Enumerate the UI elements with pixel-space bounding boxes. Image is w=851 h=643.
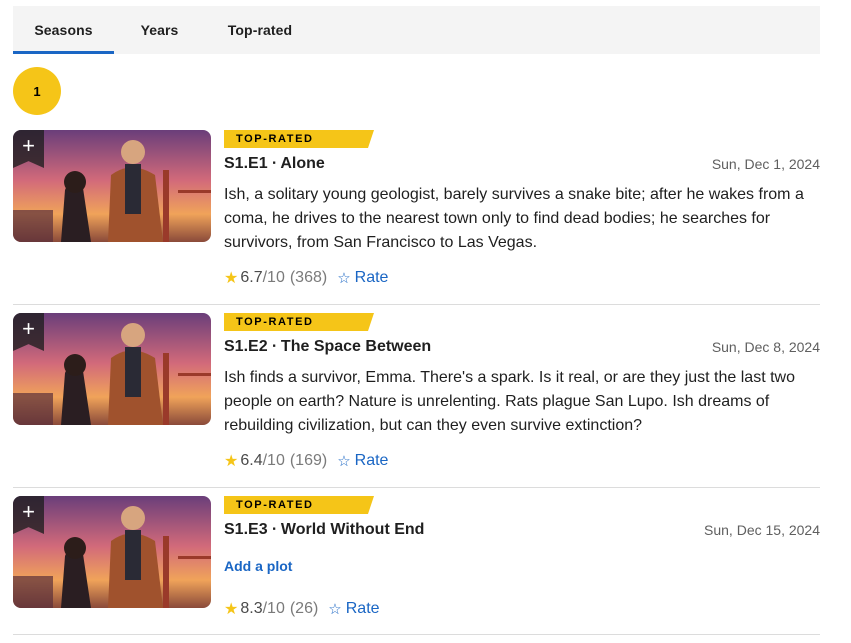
top-rated-badge: TOP-RATED	[224, 313, 374, 331]
tab-years[interactable]: Years	[114, 6, 205, 54]
rating-row: ★ 6.7 /10 (368) ☆ Rate	[224, 268, 388, 288]
rating-row: ★ 6.4 /10 (169) ☆ Rate	[224, 451, 388, 471]
top-rated-badge: TOP-RATED	[224, 496, 374, 514]
episode-thumbnail[interactable]: +	[13, 130, 211, 242]
rating-max: /10	[262, 600, 285, 617]
episode-plot: Ish, a solitary young geologist, barely …	[224, 186, 804, 251]
tab-bar: Seasons Years Top-rated	[13, 6, 820, 54]
rating-row: ★ 8.3 /10 (26) ☆ Rate	[224, 599, 380, 619]
episode-air-date: Sun, Dec 15, 2024	[704, 522, 820, 538]
rate-button[interactable]: ☆ Rate	[328, 600, 379, 618]
star-outline-icon: ☆	[337, 453, 351, 470]
episode-thumbnail[interactable]: +	[13, 496, 211, 608]
episode-item: + TOP-RATED S1.E1 ∙ Alone Sun, Dec 1, 20…	[13, 130, 820, 290]
vote-count: (368)	[289, 269, 328, 286]
vote-count: (26)	[289, 600, 319, 617]
vote-count: (169)	[289, 452, 328, 469]
tab-seasons[interactable]: Seasons	[13, 6, 114, 54]
divider	[13, 487, 820, 488]
episode-air-date: Sun, Dec 8, 2024	[711, 339, 820, 355]
episode-title[interactable]: S1.E1 ∙ Alone	[224, 155, 325, 173]
tab-top-rated[interactable]: Top-rated	[205, 6, 315, 54]
rate-label: Rate	[345, 600, 380, 617]
divider	[13, 304, 820, 305]
divider	[13, 634, 820, 635]
star-outline-icon: ☆	[337, 270, 351, 287]
episode-air-date: Sun, Dec 1, 2024	[711, 156, 820, 172]
top-rated-badge: TOP-RATED	[224, 130, 374, 148]
rate-label: Rate	[354, 269, 389, 286]
rating-max: /10	[262, 269, 285, 286]
rate-label: Rate	[354, 452, 389, 469]
episode-item: + TOP-RATED S1.E2 ∙ The Space Between Su…	[13, 313, 820, 473]
rating-value: 8.3	[240, 600, 263, 617]
episode-item: + TOP-RATED S1.E3 ∙ World Without End Su…	[13, 496, 820, 636]
rating-value: 6.4	[240, 452, 263, 469]
season-1-chip[interactable]: 1	[13, 67, 61, 115]
episode-thumbnail[interactable]: +	[13, 313, 211, 425]
star-icon: ★	[224, 270, 239, 287]
star-icon: ★	[224, 453, 239, 470]
add-plot-link[interactable]: Add a plot	[224, 558, 292, 574]
episode-title[interactable]: S1.E3 ∙ World Without End	[224, 521, 424, 539]
rating-value: 6.7	[240, 269, 263, 286]
rate-button[interactable]: ☆ Rate	[337, 269, 388, 287]
star-icon: ★	[224, 601, 239, 618]
rate-button[interactable]: ☆ Rate	[337, 452, 388, 470]
episode-plot: Ish finds a survivor, Emma. There's a sp…	[224, 369, 795, 434]
rating-max: /10	[262, 452, 285, 469]
episode-title[interactable]: S1.E2 ∙ The Space Between	[224, 338, 431, 356]
star-outline-icon: ☆	[328, 601, 342, 618]
